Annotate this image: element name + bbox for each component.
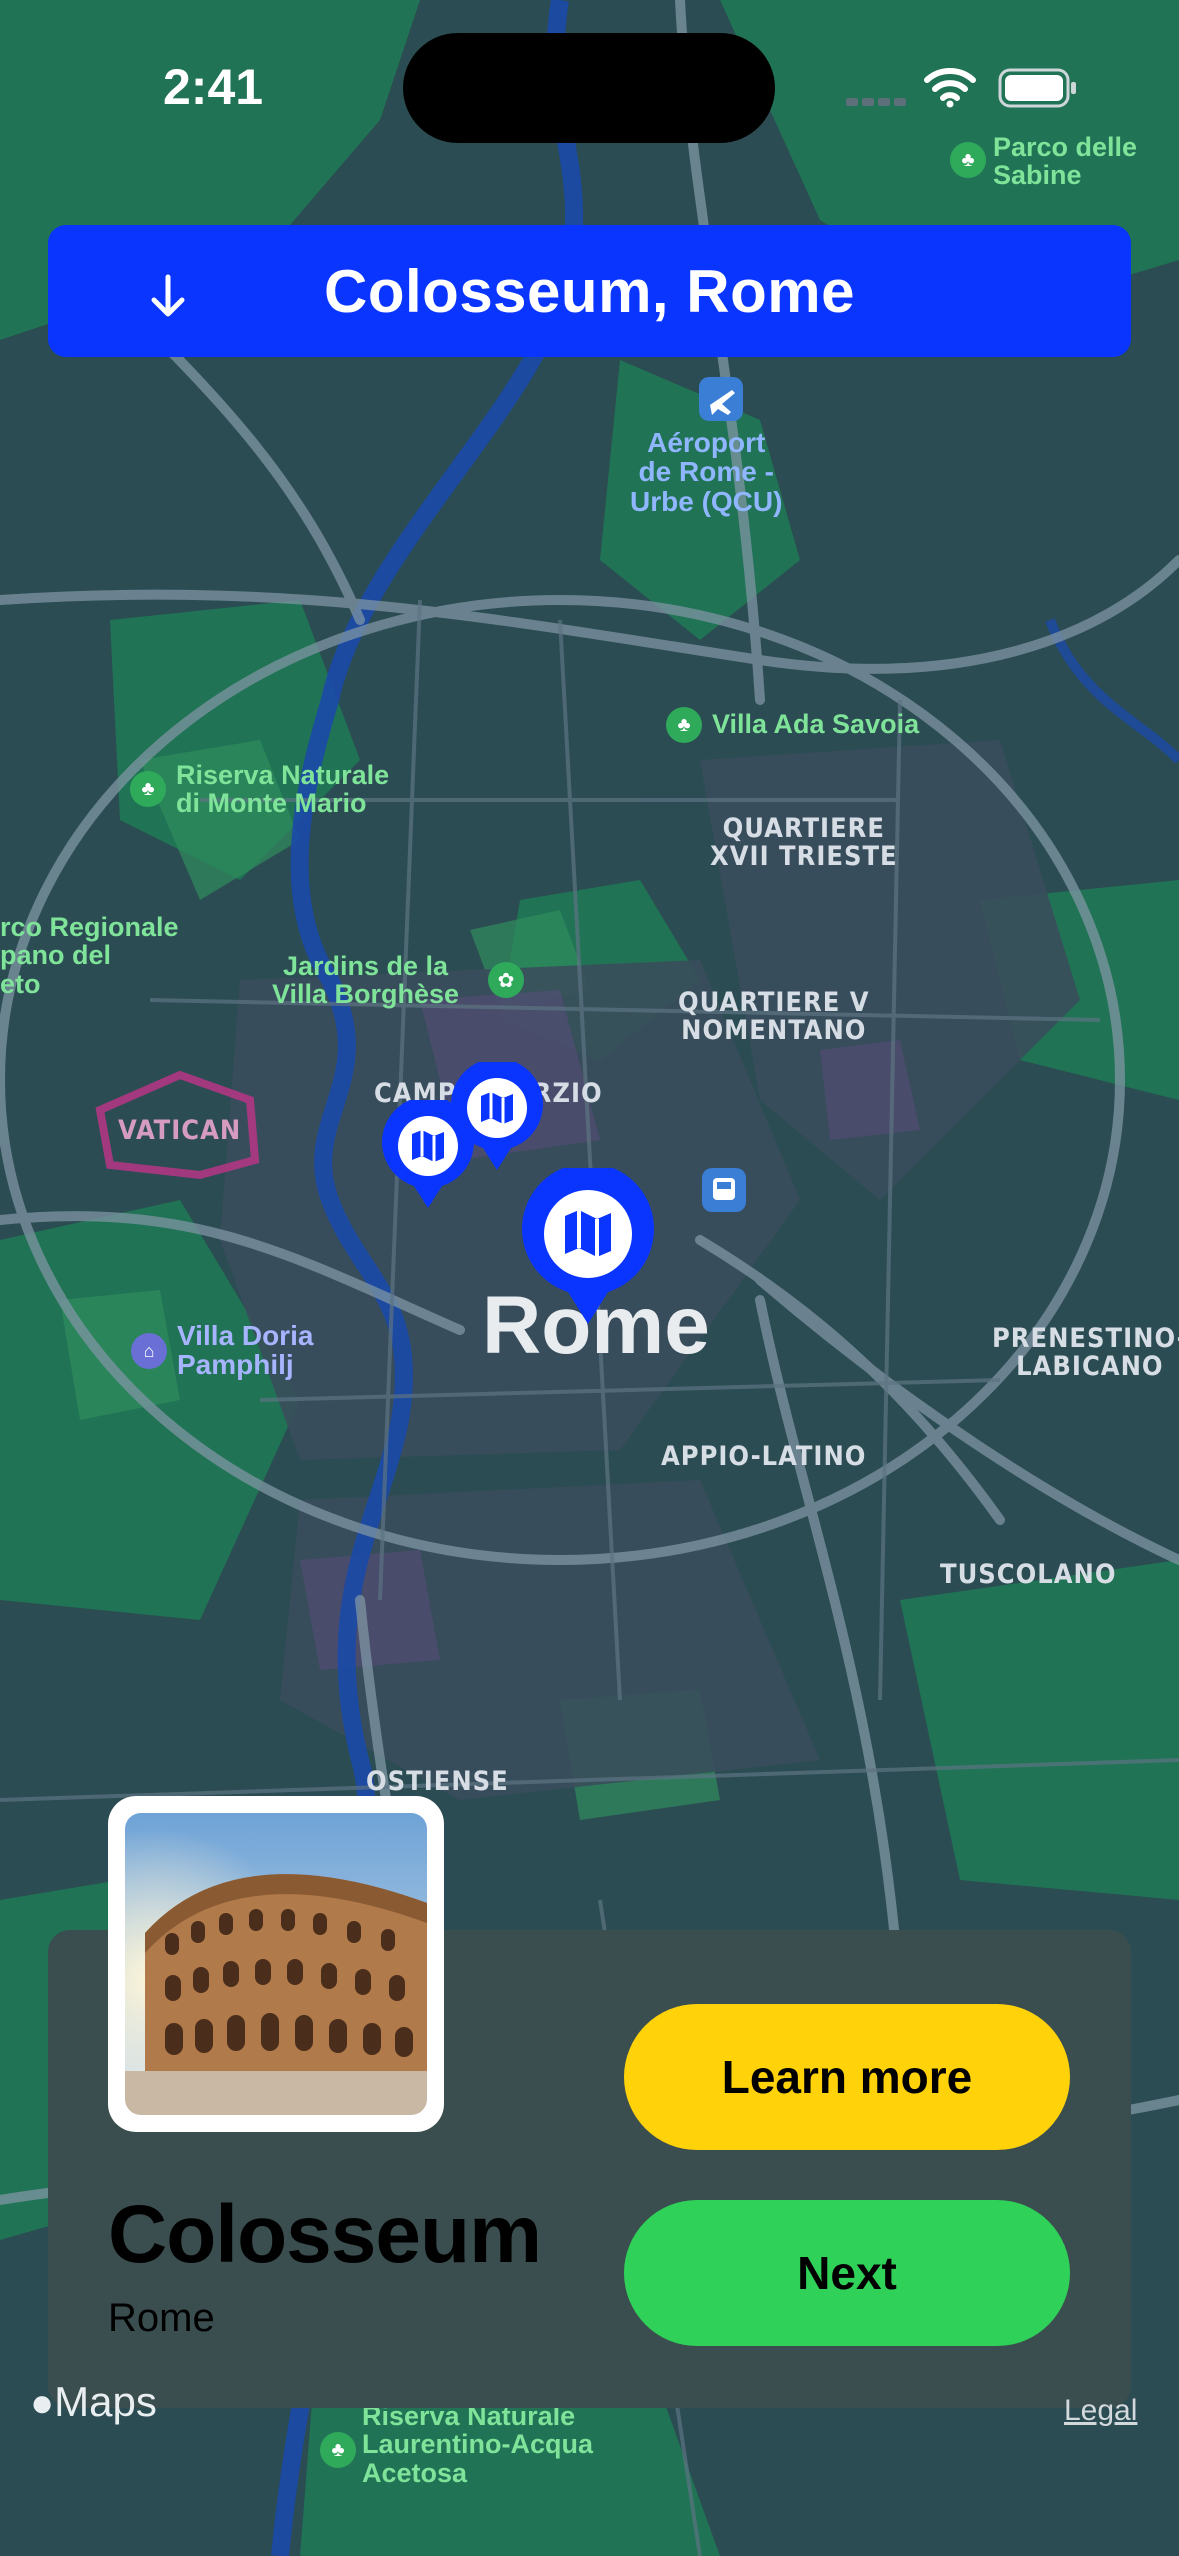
tree-icon: ♣ <box>130 771 166 807</box>
selected-map-pin-icon[interactable] <box>518 1168 658 1328</box>
map-label-airport: Aéroport de Rome - Urbe (QCU) <box>630 427 783 517</box>
map-label-riserva-monte-mario: Riserva Naturale di Monte Mario <box>176 760 390 819</box>
map-pin-icon[interactable] <box>447 1062 547 1174</box>
battery-icon <box>998 68 1076 108</box>
maps-label: Maps <box>54 2378 157 2425</box>
map-label-jardins-borghese: Jardins de la Villa Borghèse <box>272 951 460 1010</box>
landmark-icon: ⌂ <box>131 1333 167 1369</box>
map-label-prenestino: PRENESTINO- LABICANO <box>992 1323 1179 1383</box>
map-label-villa-ada: Villa Ada Savoia <box>712 709 920 739</box>
map-label-quartiere-v: QUARTIERE V NOMENTANO <box>678 987 870 1047</box>
dynamic-island <box>403 33 775 143</box>
map-label-ostiense: OSTIENSE <box>366 1766 509 1797</box>
header-title: Colosseum, Rome <box>324 257 855 325</box>
place-title: Colosseum <box>108 2189 542 2280</box>
map-label-tuscolano: TUSCOLANO <box>940 1559 1117 1590</box>
map-label-parco-regionale: rco Regionale pano del eto <box>0 912 179 999</box>
apple-logo-icon: ● <box>30 2381 55 2425</box>
cellular-signal-icon <box>846 96 906 106</box>
legal-link[interactable]: Legal <box>1064 2394 1137 2428</box>
tree-icon: ♣ <box>950 142 986 178</box>
map-label-quartiere-xvii: QUARTIERE XVII TRIESTE <box>710 813 898 873</box>
tree-icon: ♣ <box>320 2432 356 2468</box>
place-photo-frame[interactable] <box>108 1796 444 2132</box>
maps-attribution[interactable]: ●Maps <box>30 2378 157 2426</box>
place-subtitle: Rome <box>108 2296 215 2340</box>
map-label-parco-sabine: Parco delle Sabine <box>993 132 1138 191</box>
wifi-icon <box>924 68 976 108</box>
colosseum-photo <box>125 1813 427 2115</box>
map-label-vatican: VATICAN <box>118 1115 242 1146</box>
location-header-button[interactable]: Colosseum, Rome <box>48 225 1131 357</box>
map-label-riserva-laurentino: Riserva Naturale Laurentino-Acqua Acetos… <box>362 2401 594 2488</box>
map-label-appio-latino: APPIO-LATINO <box>661 1441 867 1472</box>
learn-more-button[interactable]: Learn more <box>624 2004 1070 2150</box>
next-button[interactable]: Next <box>624 2200 1070 2346</box>
map-label-villa-doria: Villa Doria Pamphilj <box>177 1320 314 1381</box>
flower-icon: ✿ <box>488 962 524 998</box>
tree-icon: ♣ <box>666 707 702 743</box>
status-time: 2:41 <box>163 59 264 115</box>
